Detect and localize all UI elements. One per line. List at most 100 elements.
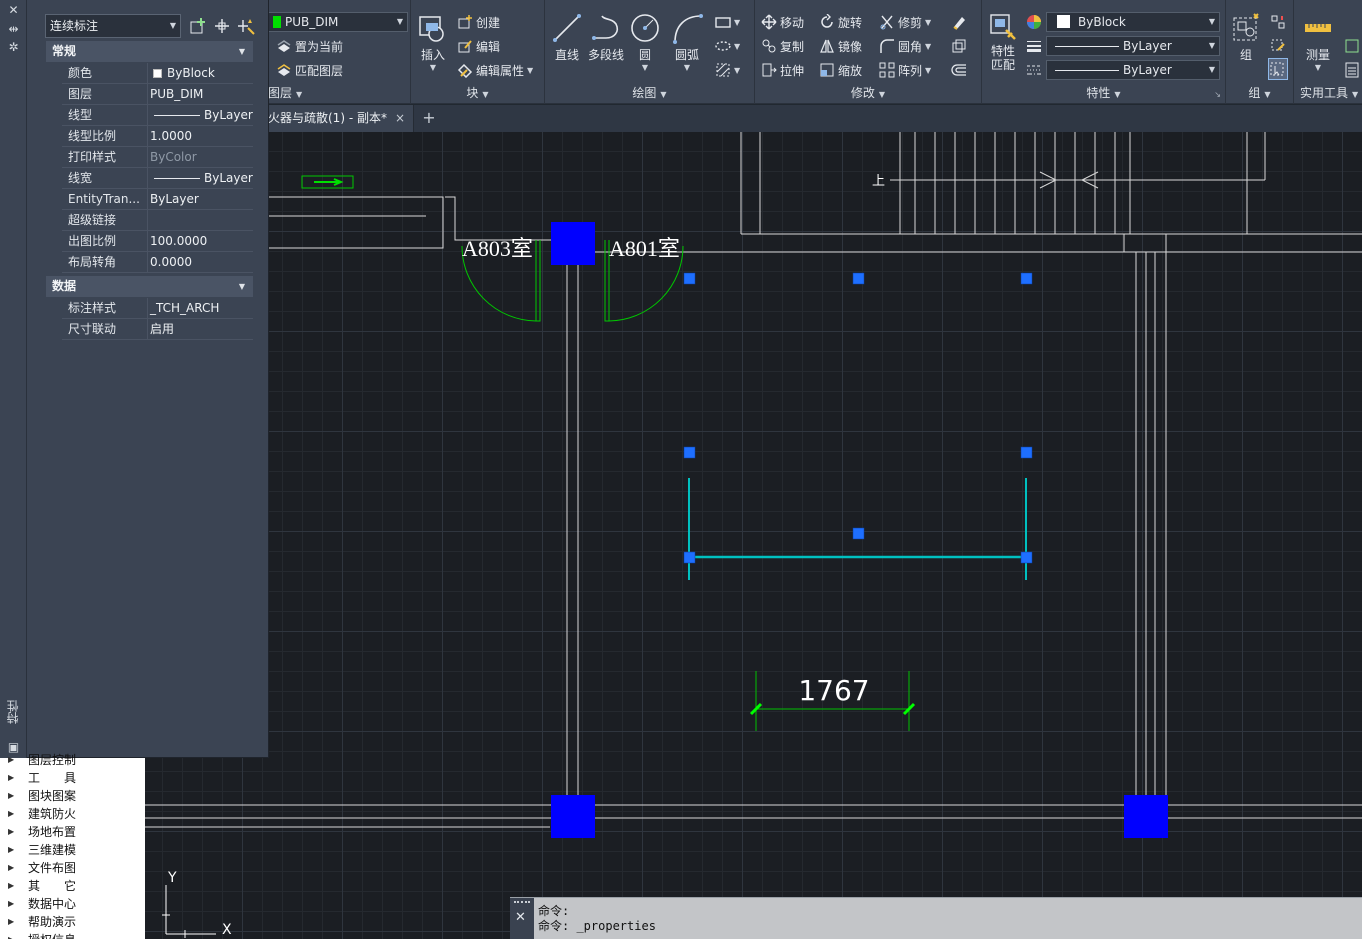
erase-button[interactable] (951, 12, 967, 32)
line-button[interactable]: 直线 (549, 12, 585, 63)
quick-select-button[interactable] (236, 16, 256, 36)
utilities-panel-title[interactable]: 实用工具 ▼ (1294, 84, 1362, 102)
property-row[interactable]: 超级链接 (62, 210, 253, 231)
group-edit-button[interactable] (1270, 36, 1286, 56)
arc-button[interactable]: 圆弧 ▼ (667, 12, 707, 72)
tool-tree-item[interactable]: ▶ 三维建模 (0, 841, 76, 859)
offset-button[interactable] (951, 60, 967, 80)
expand-icon[interactable]: ▶ (8, 823, 14, 841)
close-icon[interactable]: ✕ (515, 910, 526, 925)
polyline-button[interactable]: 多段线 (585, 12, 627, 63)
trim-button[interactable]: 修剪 ▼ (879, 12, 931, 32)
property-row[interactable]: 出图比例 100.0000 (62, 231, 253, 252)
ellipse-button[interactable]: ▼ (715, 36, 740, 56)
property-row[interactable]: 布局转角 0.0000 (62, 252, 253, 273)
create-block-button[interactable]: 创建 (457, 12, 500, 32)
linear-dimension[interactable]: 1767 (749, 671, 916, 731)
measure-button[interactable]: 测量 ▼ (1296, 12, 1340, 72)
rectangle-button[interactable]: ▼ (715, 12, 740, 32)
edit-block-button[interactable]: 编辑 (457, 36, 500, 56)
expand-icon[interactable]: ▶ (8, 895, 14, 913)
property-value[interactable]: 100.0000 (147, 231, 253, 251)
section-data-header[interactable]: 数据 ▼ (46, 276, 253, 297)
expand-icon[interactable]: ▶ (8, 787, 14, 805)
copy-button[interactable]: 复制 (761, 36, 804, 56)
tool-tree-item[interactable]: ▶ 图块图案 (0, 787, 76, 805)
property-row[interactable]: 图层 PUB_DIM (62, 84, 253, 105)
block-panel-title[interactable]: 块 ▼ (411, 84, 544, 102)
property-value[interactable]: PUB_DIM (147, 84, 253, 104)
mirror-button[interactable]: 镜像 (819, 36, 862, 56)
expand-icon[interactable]: ▶ (8, 859, 14, 877)
fillet-button[interactable]: 圆角 ▼ (879, 36, 931, 56)
rotate-button[interactable]: 旋转 (819, 12, 862, 32)
lineweight-dropdown[interactable]: ByLayer ▼ (1046, 36, 1220, 56)
color-dropdown[interactable]: ByBlock ▼ (1046, 12, 1220, 32)
layer-panel-title[interactable]: 图层 ▼ (268, 84, 410, 102)
expand-icon[interactable]: ▶ (8, 841, 14, 859)
close-icon[interactable]: ✕ (6, 3, 21, 18)
expand-icon[interactable]: ▶ (8, 931, 14, 939)
expand-icon[interactable]: ▶ (8, 769, 14, 787)
tool-tree-item[interactable]: ▶ 工 具 (0, 769, 76, 787)
modify-panel-title[interactable]: 修改 ▼ (755, 84, 981, 102)
array-button[interactable]: 阵列 ▼ (879, 60, 931, 80)
selection-grips[interactable] (683, 272, 1033, 564)
property-value[interactable]: 启用 (147, 319, 253, 339)
property-value[interactable]: ByBlock (147, 63, 253, 83)
stretch-button[interactable]: 拉伸 (761, 60, 804, 80)
group-panel-title[interactable]: 组 ▼ (1226, 84, 1293, 102)
scale-button[interactable]: 缩放 (819, 60, 862, 80)
tool-tree-item[interactable]: ▶ 文件布图 (0, 859, 76, 877)
expand-icon[interactable]: ▶ (8, 913, 14, 931)
move-button[interactable]: 移动 (761, 12, 804, 32)
match-properties-button[interactable]: 特性 匹配 (984, 12, 1022, 72)
tool-tree-item[interactable]: ▶ 场地布置 (0, 823, 76, 841)
expand-icon[interactable]: ▶ (8, 805, 14, 823)
property-row[interactable]: 线型比例 1.0000 (62, 126, 253, 147)
calculator-button[interactable] (1344, 60, 1360, 80)
grip-icon[interactable] (514, 901, 530, 905)
edit-attributes-button[interactable]: 编辑属性 ▼ (457, 60, 533, 80)
set-current-layer-button[interactable]: 置为当前 (276, 36, 343, 56)
object-type-dropdown[interactable]: 连续标注 ▼ (45, 14, 181, 38)
property-row[interactable]: 线宽 ByLayer (62, 168, 253, 189)
circle-button[interactable]: 圆 ▼ (627, 12, 663, 72)
command-line-handle[interactable]: ✕ (510, 898, 534, 939)
insert-block-button[interactable]: 插入 ▼ (413, 12, 453, 72)
layer-dropdown[interactable]: PUB_DIM ▼ (268, 12, 408, 32)
panel-launcher-icon[interactable]: ↘ (1214, 90, 1221, 99)
select-objects-button[interactable] (212, 16, 232, 36)
properties-panel-title[interactable]: 特性 ▼ (982, 84, 1225, 102)
hatch-button[interactable]: ▼ (715, 60, 740, 80)
property-row[interactable]: 标注样式 _TCH_ARCH (62, 298, 253, 319)
property-row[interactable]: 线型 ByLayer (62, 105, 253, 126)
property-row[interactable]: EntityTran... ByLayer (62, 189, 253, 210)
linetype-icon-button[interactable] (1026, 60, 1042, 80)
tool-tree-item[interactable]: ▶ 建筑防火 (0, 805, 76, 823)
match-layer-button[interactable]: 匹配图层 (276, 60, 343, 80)
linetype-dropdown[interactable]: ByLayer ▼ (1046, 60, 1220, 80)
property-value[interactable]: ByLayer (147, 168, 253, 188)
tool-tree-item[interactable]: ▶ 其 它 (0, 877, 76, 895)
tool-tree-item[interactable]: ▶ 帮助演示 (0, 913, 76, 931)
property-value[interactable] (147, 210, 253, 230)
color-wheel-button[interactable] (1026, 12, 1042, 32)
property-value[interactable]: ByColor (147, 147, 253, 167)
property-row[interactable]: 打印样式 ByColor (62, 147, 253, 168)
group-button[interactable]: 组 (1228, 12, 1264, 63)
expand-icon[interactable]: ▶ (8, 877, 14, 895)
toggle-pickadd-button[interactable] (188, 16, 208, 36)
section-general-header[interactable]: 常规 ▼ (46, 41, 253, 62)
ungroup-button[interactable] (1270, 12, 1286, 32)
property-row[interactable]: 颜色 ByBlock (62, 63, 253, 84)
document-tab[interactable]: 火器与疏散(1) - 副本* × (268, 105, 415, 132)
expand-icon[interactable]: ▶ (8, 751, 14, 769)
property-value[interactable]: ByLayer (147, 105, 253, 125)
tool-tree-item[interactable]: ▶ 数据中心 (0, 895, 76, 913)
draw-panel-title[interactable]: 绘图 ▼ (545, 84, 754, 102)
property-value[interactable]: ByLayer (147, 189, 253, 209)
auto-hide-icon[interactable]: ⇹ (6, 22, 21, 37)
new-tab-button[interactable]: + (420, 109, 438, 127)
quick-select-button[interactable] (1344, 36, 1360, 56)
